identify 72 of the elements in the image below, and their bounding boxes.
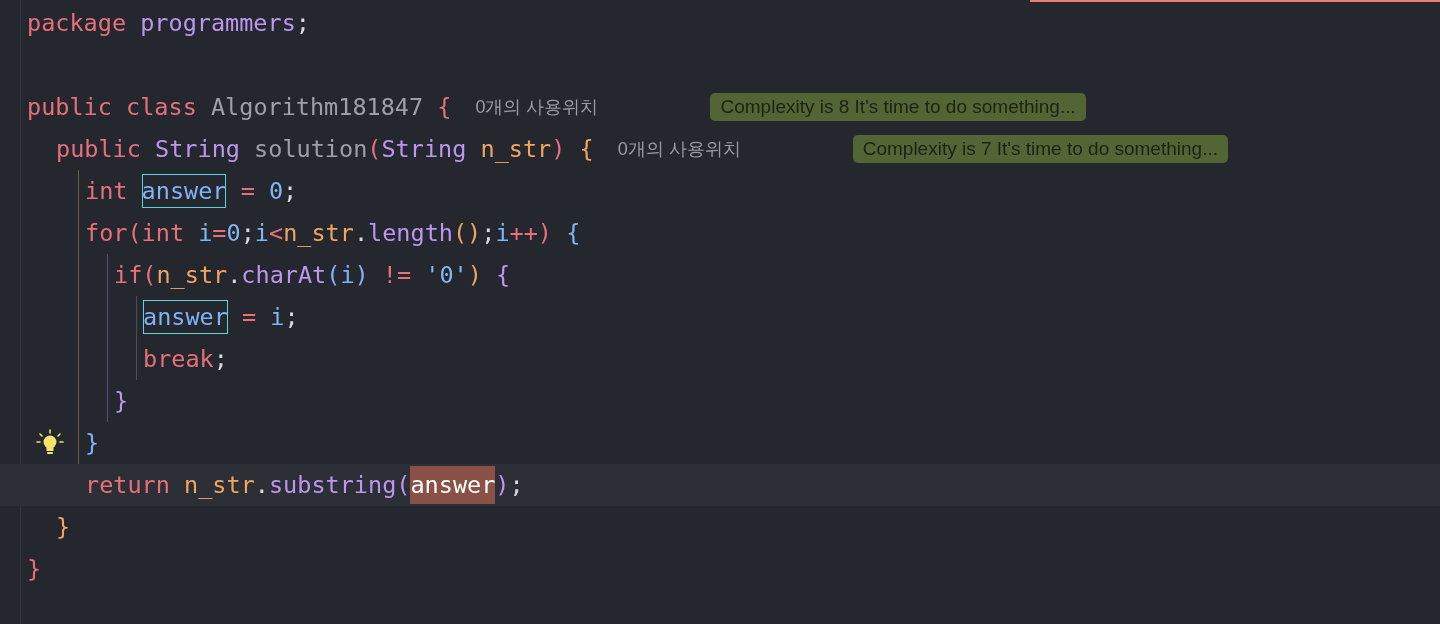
code-token: (): [452, 219, 482, 247]
code-token: programmers: [140, 9, 296, 37]
code-token: }: [56, 513, 71, 541]
code-token: int: [141, 219, 186, 247]
code-token: ): [467, 261, 483, 289]
code-token: if: [114, 261, 143, 289]
code-token: {: [579, 135, 594, 163]
code-token: ;: [283, 177, 298, 205]
code-token: i: [495, 219, 510, 247]
code-token: {: [437, 93, 452, 121]
code-token: ;: [213, 345, 228, 373]
code-token: n_str: [156, 261, 228, 289]
code-token: .: [254, 471, 269, 499]
code-token: ): [495, 471, 510, 499]
code-token: length: [368, 219, 453, 247]
complexity-badge: Complexity is 7 It's time to do something...: [852, 135, 1228, 163]
code-token: =: [239, 177, 256, 205]
lightbulb-icon[interactable]: [36, 429, 64, 457]
code-token: i: [270, 303, 285, 331]
highlighted-variable: answer: [143, 300, 228, 334]
code-token: solution: [254, 135, 368, 163]
code-token: ): [354, 261, 369, 289]
code-token: ++: [509, 219, 538, 247]
code-token: .: [227, 261, 242, 289]
code-token: {: [496, 261, 511, 289]
code-token: package: [27, 9, 128, 37]
code-token: Algorithm181847: [210, 93, 425, 121]
code-token: (: [367, 135, 382, 163]
code-token: String: [381, 135, 468, 163]
code-token: }: [27, 555, 42, 583]
code-token: public class: [27, 93, 198, 121]
code-token: .: [353, 219, 369, 247]
code-token: String: [155, 135, 241, 163]
code-token: substring: [268, 471, 397, 499]
code-token: i: [198, 219, 213, 247]
code-token: !=: [381, 261, 413, 289]
code-token: for: [85, 219, 128, 247]
code-token: 0: [268, 177, 284, 205]
code-token: ): [537, 219, 553, 247]
code-token: return: [85, 471, 171, 499]
complexity-badge: Complexity is 8 It's time to do something...: [710, 93, 1086, 121]
code-token: }: [114, 387, 129, 415]
code-token: =: [212, 219, 227, 247]
code-token: ;: [240, 219, 255, 247]
code-token: 0: [226, 219, 241, 247]
code-token: n_str: [480, 135, 552, 163]
code-token: (: [142, 261, 157, 289]
code-token: int: [85, 177, 129, 205]
code-token: n_str: [184, 471, 255, 499]
usage-hint[interactable]: 0개의 사용위치: [475, 95, 599, 119]
highlighted-variable: answer: [141, 174, 227, 208]
code-token: charAt: [241, 261, 327, 289]
code-token: {: [566, 219, 581, 247]
code-token: i: [254, 219, 269, 247]
code-token: (: [326, 261, 341, 289]
code-token: ;: [284, 303, 299, 331]
code-token: ;: [509, 471, 524, 499]
code-token: public: [56, 135, 142, 163]
code-token: (: [127, 219, 142, 247]
code-token: =: [241, 303, 258, 331]
code-token: <: [269, 219, 284, 247]
code-token: n_str: [283, 219, 354, 247]
code-token: break: [143, 345, 214, 373]
code-token: ;: [295, 9, 310, 37]
code-token: ;: [481, 219, 496, 247]
code-token: (: [396, 471, 411, 499]
code-token: '0': [425, 261, 468, 289]
code-token: i: [340, 261, 355, 289]
code-token: }: [85, 429, 100, 457]
highlighted-variable: answer: [410, 466, 496, 504]
usage-hint[interactable]: 0개의 사용위치: [617, 137, 741, 161]
code-token: ): [551, 135, 567, 163]
